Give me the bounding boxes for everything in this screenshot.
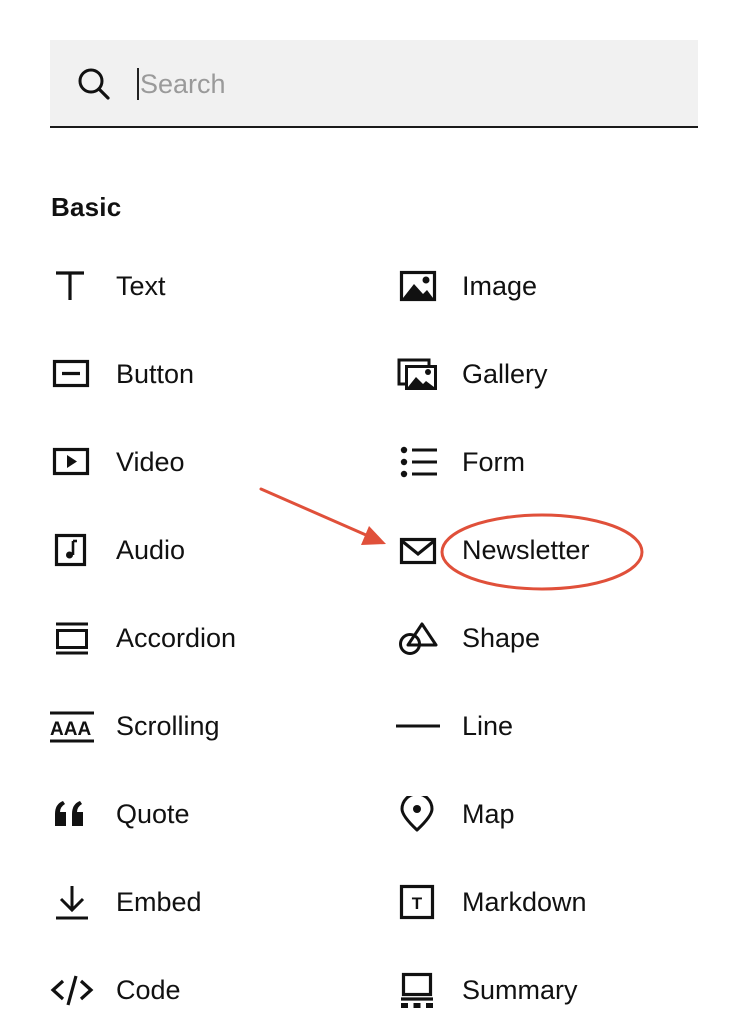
- block-label: Map: [462, 799, 515, 829]
- block-label: Embed: [116, 887, 202, 917]
- svg-text:AAA: AAA: [50, 719, 91, 740]
- code-icon: [50, 975, 94, 1006]
- block-label: Gallery: [462, 359, 548, 389]
- block-label: Newsletter: [462, 535, 590, 565]
- block-quote[interactable]: Quote: [50, 784, 350, 844]
- shape-icon: [399, 622, 438, 655]
- block-label: Form: [462, 447, 525, 477]
- block-label: Button: [116, 359, 195, 389]
- block-label: Scrolling: [116, 711, 220, 741]
- block-label: Line: [462, 711, 514, 741]
- search-icon: [78, 68, 110, 100]
- block-label: Shape: [462, 623, 541, 653]
- block-code[interactable]: Code: [50, 960, 350, 1020]
- block-label: Quote: [116, 799, 190, 829]
- accordion-icon: [56, 622, 88, 655]
- block-label: Audio: [116, 535, 186, 565]
- map-pin-icon: [400, 796, 434, 832]
- summary-icon: [401, 972, 433, 1008]
- block-map[interactable]: Map: [396, 784, 696, 844]
- block-label: Accordion: [116, 623, 237, 653]
- block-text[interactable]: Text: [50, 256, 350, 316]
- embed-icon: [56, 886, 88, 920]
- block-label: Text: [116, 271, 166, 301]
- search-input[interactable]: [140, 62, 660, 106]
- button-icon: [52, 359, 90, 388]
- image-icon: [399, 270, 437, 302]
- block-form[interactable]: Form: [396, 432, 696, 492]
- block-line[interactable]: Line: [396, 696, 696, 756]
- line-icon: [396, 724, 440, 728]
- block-summary[interactable]: Summary: [396, 960, 696, 1020]
- block-newsletter[interactable]: Newsletter: [396, 520, 696, 580]
- quote-icon: [55, 801, 83, 826]
- block-audio[interactable]: Audio: [50, 520, 350, 580]
- block-button[interactable]: Button: [50, 344, 350, 404]
- annotation-arrowhead-icon: [361, 526, 386, 545]
- block-label: Video: [116, 447, 185, 477]
- svg-text:T: T: [412, 894, 423, 913]
- text-icon: [56, 271, 84, 300]
- text-caret: [137, 68, 139, 100]
- audio-icon: [54, 533, 87, 567]
- markdown-icon: T: [399, 884, 435, 920]
- block-label: Code: [116, 975, 181, 1005]
- block-label: Summary: [462, 975, 578, 1005]
- block-markdown[interactable]: T Markdown: [396, 872, 696, 932]
- block-scrolling[interactable]: AAA Scrolling: [50, 696, 350, 756]
- block-video[interactable]: Video: [50, 432, 350, 492]
- block-label: Image: [462, 271, 538, 301]
- block-embed[interactable]: Embed: [50, 872, 350, 932]
- block-label: Markdown: [462, 887, 587, 917]
- video-icon: [52, 447, 90, 476]
- block-gallery[interactable]: Gallery: [396, 344, 696, 404]
- annotation-overlay: [259, 487, 644, 591]
- gallery-icon: [397, 358, 437, 390]
- block-shape[interactable]: Shape: [396, 608, 696, 668]
- form-icon: [400, 446, 437, 478]
- section-title: Basic: [51, 192, 122, 222]
- newsletter-icon: [399, 537, 437, 565]
- block-image[interactable]: Image: [396, 256, 696, 316]
- scrolling-icon: AAA: [50, 711, 94, 743]
- block-accordion[interactable]: Accordion: [50, 608, 350, 668]
